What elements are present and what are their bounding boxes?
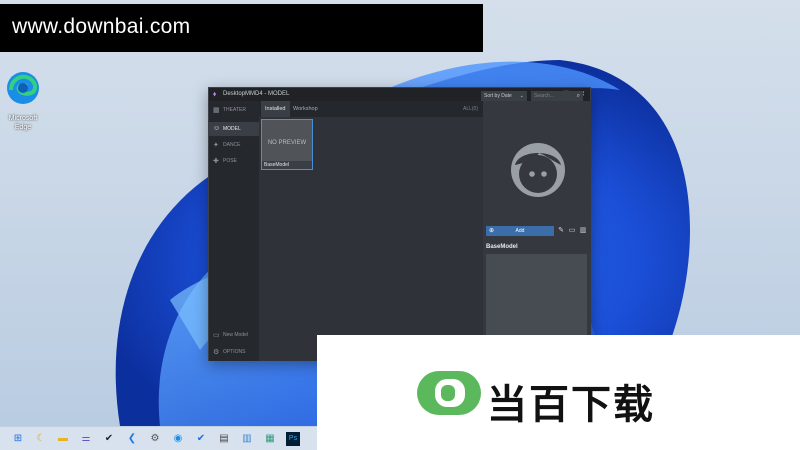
pose-icon: ✚ <box>213 158 219 165</box>
selected-model-name: BaseModel <box>486 244 518 250</box>
dance-icon: ✦ <box>213 142 219 149</box>
desktop-icon-label: Microsoft Edge <box>8 115 38 131</box>
model-avatar-icon <box>511 143 565 197</box>
sidebar-item-label: New Model <box>223 332 249 338</box>
tuning-fork-icon[interactable]: ⚌ <box>79 432 93 446</box>
tab-workshop[interactable]: Workshop <box>289 101 322 117</box>
add-label: Add <box>515 228 525 234</box>
sidebar: ▦ THEATER ☺ MODEL ✦ DANCE ✚ POSE ▭ New M… <box>209 101 259 361</box>
new-model-icon: ▭ <box>213 332 220 339</box>
search-placeholder: Search... <box>534 93 555 99</box>
sidebar-item-label: THEATER <box>223 107 246 113</box>
model-card-name: BaseModel <box>262 161 312 169</box>
photoshop-icon[interactable]: Ps <box>286 432 300 446</box>
edge-icon[interactable]: ◉ <box>171 432 185 446</box>
no-preview-text: NO PREVIEW <box>267 140 307 146</box>
sidebar-item-model[interactable]: ☺ MODEL <box>209 122 259 136</box>
new-model-button[interactable]: ▭ New Model <box>209 328 259 342</box>
watermark-brand-text: 当百下载 <box>487 382 655 428</box>
app-window: ⬧ DesktopMMD4 - MODEL — ☐ ✕ ▦ THEATER ☺ … <box>208 87 591 361</box>
vscode-icon[interactable]: ❮ <box>125 432 139 446</box>
file-explorer-icon[interactable]: ▬ <box>56 432 70 446</box>
desktop-icon-edge[interactable]: Microsoft Edge <box>0 70 46 132</box>
tab-installed[interactable]: Installed <box>261 101 290 117</box>
sidebar-item-label: DANCE <box>223 142 241 148</box>
sidebar-item-theater[interactable]: ▦ THEATER <box>209 103 259 117</box>
edge-icon <box>7 72 39 104</box>
options-button[interactable]: ⚙ OPTIONS <box>209 345 259 359</box>
model-card[interactable]: NO PREVIEW BaseModel <box>261 119 313 170</box>
steam-icon[interactable]: ✔ <box>102 432 116 446</box>
sort-value: Sort by Date <box>484 93 512 99</box>
windows-start-icon[interactable]: ⊞ <box>11 432 25 446</box>
plus-circle-icon: ⊕ <box>489 228 495 234</box>
folder-icon[interactable]: ▭ <box>567 226 577 236</box>
watermark-url: www.downbai.com <box>12 15 191 38</box>
weather-icon[interactable]: ☾ <box>34 432 48 446</box>
document-icon[interactable]: ▤ <box>217 432 231 446</box>
sidebar-item-pose[interactable]: ✚ POSE <box>209 154 259 168</box>
sidebar-item-label: POSE <box>223 158 237 164</box>
filter-label[interactable]: ALL(0) <box>463 106 478 112</box>
gear-icon: ⚙ <box>213 349 220 356</box>
watermark-banner-bottom: 当百下载 <box>317 335 800 450</box>
search-input[interactable]: Search... ⌕ <box>531 91 583 101</box>
tab-bar: Installed Workshop ALL(0) <box>259 101 483 117</box>
sidebar-item-label: OPTIONS <box>223 349 246 355</box>
model-icon: ☺ <box>213 125 221 132</box>
search-icon: ⌕ <box>576 93 580 99</box>
app-logo-icon: ⬧ <box>213 91 217 98</box>
notepad-icon[interactable]: ▥ <box>240 432 254 446</box>
downbai-logo-icon <box>417 371 481 415</box>
checkmark-icon[interactable]: ✔ <box>194 432 208 446</box>
settings-icon[interactable]: ⚙ <box>148 432 162 446</box>
trash-icon[interactable]: ▥ <box>578 226 588 236</box>
sort-dropdown[interactable]: Sort by Date ⌄ <box>481 91 527 101</box>
window-title: DesktopMMD4 - MODEL <box>223 91 290 97</box>
chevron-down-icon: ⌄ <box>519 93 524 99</box>
action-row: ⊕ Add ✎ ▭ ▥ <box>486 226 588 236</box>
sidebar-item-dance[interactable]: ✦ DANCE <box>209 138 259 152</box>
archive-icon[interactable]: ▦ <box>263 432 277 446</box>
add-button[interactable]: ⊕ Add <box>486 226 554 236</box>
taskbar: ⊞ ☾ ▬ ⚌ ✔ ❮ ⚙ ◉ ✔ ▤ ▥ ▦ Ps <box>0 426 317 450</box>
model-browser: Installed Workshop ALL(0) NO PREVIEW Bas… <box>259 101 483 361</box>
sidebar-item-label: MODEL <box>223 126 241 132</box>
edit-icon[interactable]: ✎ <box>556 226 566 236</box>
detail-panel: Sort by Date ⌄ Search... ⌕ ⊕ Add ✎ ▭ ▥ B… <box>481 91 591 361</box>
watermark-banner-top: www.downbai.com <box>0 4 483 52</box>
theater-icon: ▦ <box>213 107 220 114</box>
